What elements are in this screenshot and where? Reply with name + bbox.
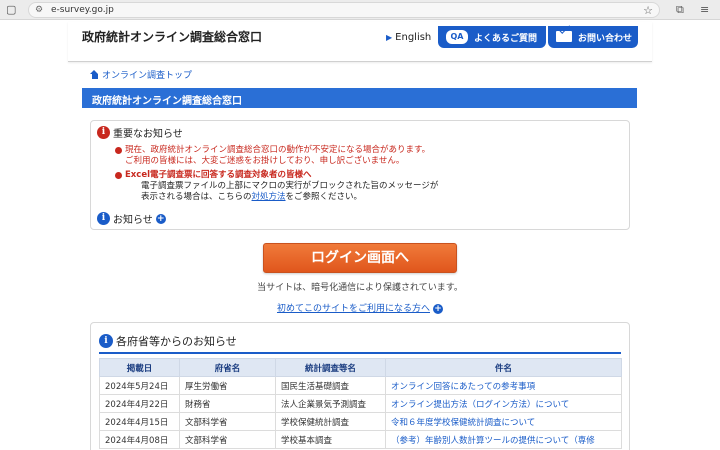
envelope-icon	[556, 31, 572, 42]
important-notice-box: i 重要なお知らせ 現在、政府統計オンライン調査総合窓口の動作が不安定になる場合が…	[90, 120, 630, 230]
menu-icon[interactable]: ≡	[700, 3, 709, 16]
ministry-news-table: 掲載日 府省名 統計調査等名 件名 2024年5月24日 厚生労働省 国民生活基…	[99, 358, 622, 449]
column-header-survey: 統計調査等名	[275, 358, 386, 377]
notice-item2-title[interactable]: Excel電子調査票に回答する調査対象者の皆様へ	[125, 170, 312, 181]
cell-survey: 学校基本調査	[275, 430, 386, 449]
ministry-news-box: i 各府省等からのお知らせ 掲載日 府省名 統計調査等名 件名 2024年5月24…	[90, 322, 630, 450]
info-icon: i	[97, 126, 110, 139]
cell-date: 2024年4月15日	[99, 412, 180, 431]
expand-plus-icon[interactable]: +	[433, 303, 443, 314]
cell-subject-link[interactable]: （参考）年齢別人数計算ツールの提供について（専修	[385, 430, 622, 449]
page-title: 政府統計オンライン調査総合窓口	[82, 88, 637, 108]
bullet-icon	[115, 172, 122, 179]
home-icon	[90, 70, 99, 79]
divider	[99, 352, 621, 354]
notices-toggle[interactable]: i お知らせ +	[97, 211, 166, 226]
cell-date: 2024年5月24日	[99, 376, 180, 395]
cell-survey: 学校保健統計調査	[275, 412, 386, 431]
notice-item2-line1: 電子調査票ファイルの上部にマクロの実行がブロックされた旨のメッセージが	[141, 181, 439, 191]
notice-item1-line1: 現在、政府統計オンライン調査総合窓口の動作が不安定になる場合があります。	[125, 145, 431, 155]
notice-item1-line2: ご利用の皆様には、大変ご迷惑をお掛けしており、申し訳ございません。	[125, 156, 405, 166]
triangle-right-icon: ▶	[386, 33, 393, 42]
english-link[interactable]: ▶ English	[386, 32, 431, 43]
address-bar[interactable]: ⚙ e-survey.go.jp ☆	[28, 2, 660, 18]
breadcrumb-label: オンライン調査トップ	[102, 71, 193, 81]
column-header-date: 掲載日	[99, 358, 180, 377]
info-icon: i	[99, 334, 113, 348]
cell-subject-link[interactable]: 令和６年度学校保健統計調査について	[385, 412, 622, 431]
cell-date: 2024年4月22日	[99, 394, 180, 413]
extensions-icon[interactable]: ⧉	[676, 3, 684, 17]
site-header: 政府統計オンライン調査総合窓口 ▶ English QA よくあるご質問 お問い合…	[68, 22, 652, 62]
cell-ministry: 文部科学省	[179, 430, 276, 449]
important-notice-heading: i 重要なお知らせ	[97, 125, 183, 140]
cell-subject-link[interactable]: オンライン回答にあたっての参考事項	[385, 376, 622, 395]
browser-toolbar: ▢ ⚙ e-survey.go.jp ☆ ⧉ ≡	[0, 0, 720, 20]
qa-icon: QA	[446, 30, 468, 44]
first-time-link[interactable]: 初めてこのサイトをご利用になる方へ +	[0, 301, 720, 314]
table-row: 2024年5月24日 厚生労働省 国民生活基礎調査 オンライン回答にあたっての参…	[99, 376, 622, 395]
cell-survey: 法人企業景気予測調査	[275, 394, 386, 413]
cell-ministry: 厚生労働省	[179, 376, 276, 395]
table-row: 2024年4月22日 財務省 法人企業景気予測調査 オンライン提出方法（ログイン…	[99, 394, 622, 413]
url-text: e-survey.go.jp	[51, 5, 114, 15]
site-info-icon[interactable]: ⚙	[35, 5, 43, 15]
column-header-ministry: 府省名	[179, 358, 276, 377]
site-title[interactable]: 政府統計オンライン調査総合窓口	[82, 28, 262, 45]
faq-label: よくあるご質問	[474, 34, 538, 44]
cell-ministry: 文部科学省	[179, 412, 276, 431]
cell-date: 2024年4月08日	[99, 430, 180, 449]
cell-ministry: 財務省	[179, 394, 276, 413]
bookmark-star-icon[interactable]: ☆	[643, 4, 653, 17]
table-row: 2024年4月15日 文部科学省 学校保健統計調査 令和６年度学校保健統計調査に…	[99, 412, 622, 431]
ssl-note: 当サイトは、暗号化通信により保護されています。	[257, 283, 463, 293]
breadcrumb[interactable]: オンライン調査トップ	[90, 68, 192, 81]
cell-subject-link[interactable]: オンライン提出方法（ログイン方法）について	[385, 394, 622, 413]
bullet-icon	[115, 147, 122, 154]
column-header-subject: 件名	[385, 358, 622, 377]
info-icon: i	[97, 212, 110, 225]
faq-button[interactable]: QA よくあるご質問	[438, 26, 546, 48]
workaround-link[interactable]: 対処方法	[252, 192, 286, 202]
cell-survey: 国民生活基礎調査	[275, 376, 386, 395]
contact-label: お問い合わせ	[578, 34, 633, 44]
sidebar-toggle-icon[interactable]: ▢	[6, 3, 16, 16]
notice-item2-line2: 表示される場合は、こちらの対処方法をご参照ください。	[141, 192, 363, 202]
contact-button[interactable]: お問い合わせ	[548, 26, 638, 48]
english-label: English	[395, 32, 432, 43]
table-header-row: 掲載日 府省名 統計調査等名 件名	[99, 358, 622, 377]
ministry-news-heading: i 各府省等からのお知らせ	[99, 333, 237, 349]
table-row: 2024年4月08日 文部科学省 学校基本調査 （参考）年齢別人数計算ツールの提…	[99, 430, 622, 449]
expand-plus-icon[interactable]: +	[155, 213, 166, 224]
login-button[interactable]: ログイン画面へ	[263, 243, 457, 273]
